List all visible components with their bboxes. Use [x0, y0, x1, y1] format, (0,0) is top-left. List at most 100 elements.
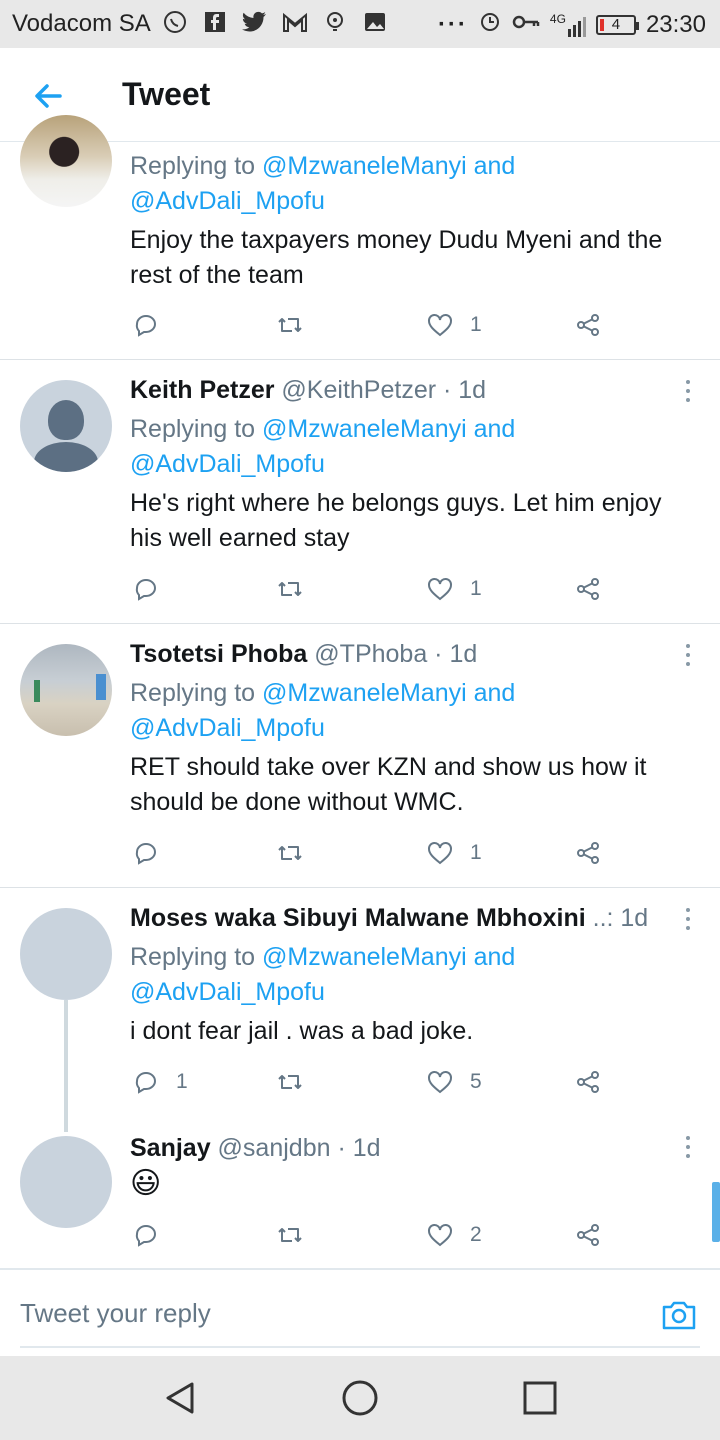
share-button[interactable]	[574, 1067, 602, 1097]
like-button[interactable]: 2	[426, 1220, 482, 1250]
retweet-icon	[278, 1075, 302, 1089]
tweet-actions: 1 5	[130, 1067, 610, 1097]
reply-button[interactable]	[132, 310, 176, 340]
tweet-text: RET should take over KZN and show us how…	[130, 753, 647, 816]
emoji-text: 😃	[130, 1167, 162, 1200]
heart-icon	[428, 842, 452, 865]
tweet-text: Enjoy the taxpayers money Dudu Myeni and…	[130, 226, 663, 289]
share-icon	[577, 842, 599, 864]
scrollbar[interactable]	[712, 1182, 720, 1242]
share-button[interactable]	[574, 838, 602, 868]
nav-home-icon[interactable]	[340, 1378, 380, 1418]
more-options-icon[interactable]	[684, 380, 692, 406]
display-name[interactable]: Keith Petzer	[130, 376, 274, 404]
tweet[interactable]: Replying to @MzwaneleManyi and @AdvDali_…	[0, 115, 720, 360]
tweet[interactable]: Moses waka Sibuyi Malwane Mbhoxini ..: 1…	[0, 888, 720, 1128]
more-dots-icon: ···	[437, 10, 468, 38]
retweet-button[interactable]	[276, 1067, 304, 1097]
mention-link[interactable]: @MzwaneleManyi	[262, 679, 467, 707]
alarm-icon	[478, 9, 502, 40]
notification-icons	[162, 9, 388, 35]
like-button[interactable]: 1	[426, 310, 482, 340]
avatar[interactable]	[20, 644, 112, 736]
tweet-header: Sanjay @sanjdbn · 1d	[130, 1134, 381, 1163]
share-button[interactable]	[574, 310, 602, 340]
avatar[interactable]	[20, 908, 112, 1000]
page-title: Tweet	[122, 76, 211, 112]
reply-button[interactable]	[132, 574, 176, 604]
reply-count: 1	[176, 1070, 188, 1093]
reply-input[interactable]: Tweet your reply	[20, 1298, 211, 1329]
display-name[interactable]: Moses waka Sibuyi Malwane Mbhoxini	[130, 904, 586, 932]
tweet-actions: 2	[130, 1220, 610, 1250]
like-button[interactable]: 5	[426, 1067, 482, 1097]
back-arrow-icon[interactable]	[26, 74, 70, 118]
mention-link[interactable]: @AdvDali_Mpofu	[130, 450, 325, 478]
battery-level: 4	[611, 15, 621, 33]
like-count: 1	[470, 577, 482, 600]
heart-icon	[428, 578, 452, 601]
gmail-icon	[282, 9, 308, 35]
tweet-text: 😃	[130, 1166, 710, 1201]
avatar[interactable]	[20, 115, 112, 207]
camera-icon[interactable]	[660, 1296, 698, 1334]
tweet-actions: 1	[130, 310, 610, 340]
display-name[interactable]: Sanjay	[130, 1134, 211, 1162]
replying-to: Replying to @MzwaneleManyi and @AdvDali_…	[130, 943, 516, 1006]
reply-button[interactable]: 1	[132, 1067, 188, 1097]
handle-and-time: @TPhoba · 1d	[307, 640, 478, 668]
whatsapp-icon	[162, 9, 188, 35]
tweet[interactable]: Sanjay @sanjdbn · 1d 😃 2	[0, 1128, 720, 1268]
share-icon	[577, 578, 599, 600]
signal-icon: 4G	[550, 13, 586, 37]
share-icon	[577, 314, 599, 336]
heart-icon	[428, 1224, 452, 1247]
like-button[interactable]: 1	[426, 574, 482, 604]
avatar[interactable]	[20, 1136, 112, 1228]
avatar[interactable]	[20, 380, 112, 472]
retweet-icon	[278, 1228, 302, 1242]
more-options-icon[interactable]	[684, 908, 692, 934]
mention-link[interactable]: @AdvDali_Mpofu	[130, 714, 325, 742]
like-count: 2	[470, 1223, 482, 1246]
tweet-header: Tsotetsi Phoba @TPhoba · 1d	[130, 640, 477, 669]
tweet[interactable]: Keith Petzer @KeithPetzer · 1d Replying …	[0, 360, 720, 624]
nav-recents-icon[interactable]	[520, 1378, 560, 1418]
app-header: Tweet	[0, 48, 720, 142]
share-button[interactable]	[574, 1220, 602, 1250]
more-options-icon[interactable]	[684, 1136, 692, 1162]
reply-icon	[135, 1072, 157, 1094]
mention-link[interactable]: @MzwaneleManyi	[262, 943, 467, 971]
retweet-button[interactable]	[276, 838, 304, 868]
mention-link[interactable]: @AdvDali_Mpofu	[130, 978, 325, 1006]
thread-connector-line	[64, 1000, 68, 1132]
mention-link[interactable]: @MzwaneleManyi	[262, 415, 467, 443]
nav-back-icon[interactable]	[160, 1378, 200, 1418]
like-count: 1	[470, 841, 482, 864]
handle-and-time: @KeithPetzer · 1d	[274, 376, 487, 404]
reply-button[interactable]	[132, 1220, 176, 1250]
input-underline	[20, 1346, 700, 1348]
tweet[interactable]: Tsotetsi Phoba @TPhoba · 1d Replying to …	[0, 624, 720, 888]
handle-and-time: @sanjdbn · 1d	[210, 1134, 381, 1162]
share-icon	[577, 1224, 599, 1246]
key-icon	[512, 11, 540, 39]
status-right: ··· 4G 4 23:30	[438, 9, 706, 40]
retweet-button[interactable]	[276, 310, 304, 340]
more-options-icon[interactable]	[684, 644, 692, 670]
system-nav-bar	[0, 1356, 720, 1440]
like-button[interactable]: 1	[426, 838, 482, 868]
heart-icon	[428, 1071, 452, 1094]
retweet-button[interactable]	[276, 1220, 304, 1250]
reply-composer: Tweet your reply	[0, 1268, 720, 1356]
retweet-icon	[278, 846, 302, 860]
retweet-button[interactable]	[276, 574, 304, 604]
mention-link[interactable]: @MzwaneleManyi	[262, 152, 467, 180]
reply-button[interactable]	[132, 838, 176, 868]
replying-to: Replying to @MzwaneleManyi and @AdvDali_…	[130, 152, 516, 215]
tweet-header: Moses waka Sibuyi Malwane Mbhoxini ..: 1…	[130, 904, 648, 933]
reply-icon	[135, 843, 157, 865]
display-name[interactable]: Tsotetsi Phoba	[130, 640, 307, 668]
share-button[interactable]	[574, 574, 602, 604]
mention-link[interactable]: @AdvDali_Mpofu	[130, 187, 325, 215]
